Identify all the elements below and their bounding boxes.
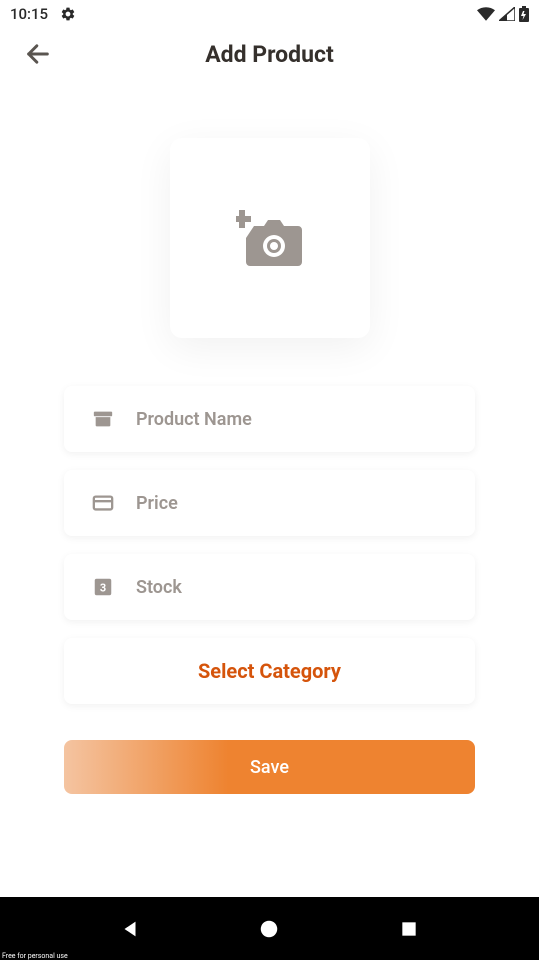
header: Add Product (0, 28, 539, 80)
content-area: 3 Select Category Save (0, 80, 539, 794)
free-text-label: Free for personal use (2, 952, 68, 960)
status-left: 10:15 (10, 5, 76, 23)
add-photo-icon (236, 204, 304, 272)
status-time: 10:15 (10, 5, 48, 23)
gear-icon (60, 6, 76, 22)
page-title: Add Product (205, 41, 334, 68)
circle-icon (258, 918, 280, 940)
image-upload-button[interactable] (170, 138, 370, 338)
product-name-input[interactable] (136, 409, 447, 430)
number-box-icon: 3 (92, 576, 114, 598)
navigation-bar: Free for personal use (0, 897, 539, 960)
triangle-left-icon (119, 918, 141, 940)
signal-icon (499, 7, 515, 21)
credit-card-icon (92, 492, 114, 514)
stock-field-container: 3 (64, 554, 475, 620)
product-name-field-container (64, 386, 475, 452)
archive-icon (92, 408, 114, 430)
save-button[interactable]: Save (64, 740, 475, 794)
battery-icon (519, 6, 529, 22)
back-button[interactable] (24, 40, 52, 68)
nav-home-button[interactable] (254, 914, 284, 944)
price-field-container (64, 470, 475, 536)
price-input[interactable] (136, 493, 447, 514)
nav-back-button[interactable] (115, 914, 145, 944)
wifi-icon (477, 7, 495, 21)
select-category-button[interactable]: Select Category (64, 638, 475, 704)
stock-input[interactable] (136, 577, 447, 598)
arrow-left-icon (24, 40, 52, 68)
nav-recent-button[interactable] (394, 914, 424, 944)
svg-text:3: 3 (100, 582, 106, 595)
square-icon (399, 919, 419, 939)
status-right (477, 6, 529, 22)
status-bar: 10:15 (0, 0, 539, 28)
